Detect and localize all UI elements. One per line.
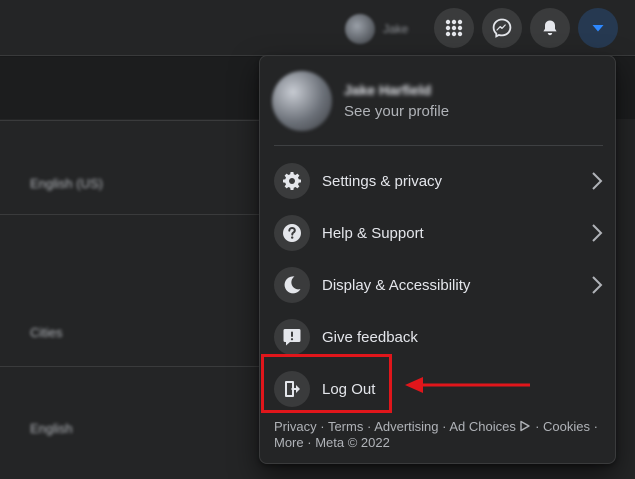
menu-grid-button[interactable] <box>434 8 474 48</box>
menu-item-label: Give feedback <box>322 328 418 346</box>
notifications-button[interactable] <box>530 8 570 48</box>
profile-shortcut[interactable]: Jake <box>345 12 408 46</box>
menu-divider <box>274 145 603 146</box>
menu-item-display-accessibility[interactable]: Display & Accessibility <box>274 261 605 309</box>
privacy-link[interactable]: Privacy <box>274 419 317 434</box>
moon-icon <box>274 267 310 303</box>
messenger-button[interactable] <box>482 8 522 48</box>
menu-footer: Privacy · Terms · Advertising · Ad Choic… <box>274 419 598 450</box>
profile-shortcut-name: Jake <box>383 22 409 36</box>
feedback-icon <box>274 319 310 355</box>
advertising-link[interactable]: Advertising <box>374 419 438 434</box>
messenger-icon <box>492 18 512 38</box>
chevron-right-icon <box>592 172 603 190</box>
chevron-right-icon <box>592 276 603 294</box>
account-menu-button[interactable] <box>578 8 618 48</box>
avatar <box>272 71 332 131</box>
menu-item-settings-privacy[interactable]: Settings & privacy <box>274 157 605 205</box>
top-navigation-bar: Jake <box>0 0 635 56</box>
divider <box>0 120 260 121</box>
divider <box>0 214 260 215</box>
chevron-right-icon <box>592 224 603 242</box>
more-link[interactable]: More <box>274 435 304 450</box>
ad-choices-icon <box>520 420 531 432</box>
see-profile-link[interactable]: Jake Harfield See your profile <box>272 68 603 134</box>
terms-link[interactable]: Terms <box>328 419 363 434</box>
question-icon <box>274 215 310 251</box>
highlight-box <box>261 354 392 413</box>
profile-name: Jake Harfield <box>344 82 432 98</box>
grid-icon <box>445 19 463 37</box>
bell-icon <box>543 20 557 36</box>
profile-subtitle: See your profile <box>344 103 450 120</box>
menu-item-label: Display & Accessibility <box>322 276 471 294</box>
red-arrow-icon <box>405 377 530 393</box>
gear-icon <box>274 163 310 199</box>
menu-item-help-support[interactable]: Help & Support <box>274 209 605 257</box>
menu-item-label: Settings & privacy <box>322 172 443 190</box>
menu-item-label: Help & Support <box>322 224 424 242</box>
avatar <box>345 14 375 44</box>
background-row-language: English (US) <box>30 176 103 191</box>
background-row-english: English <box>30 421 73 436</box>
cookies-link[interactable]: Cookies <box>543 419 590 434</box>
background-row-cities: Cities <box>30 325 63 340</box>
ad-choices-link[interactable]: Ad Choices <box>449 419 515 434</box>
caret-down-icon <box>592 25 604 32</box>
copyright-text: Meta © 2022 <box>315 435 390 450</box>
divider <box>0 366 260 367</box>
